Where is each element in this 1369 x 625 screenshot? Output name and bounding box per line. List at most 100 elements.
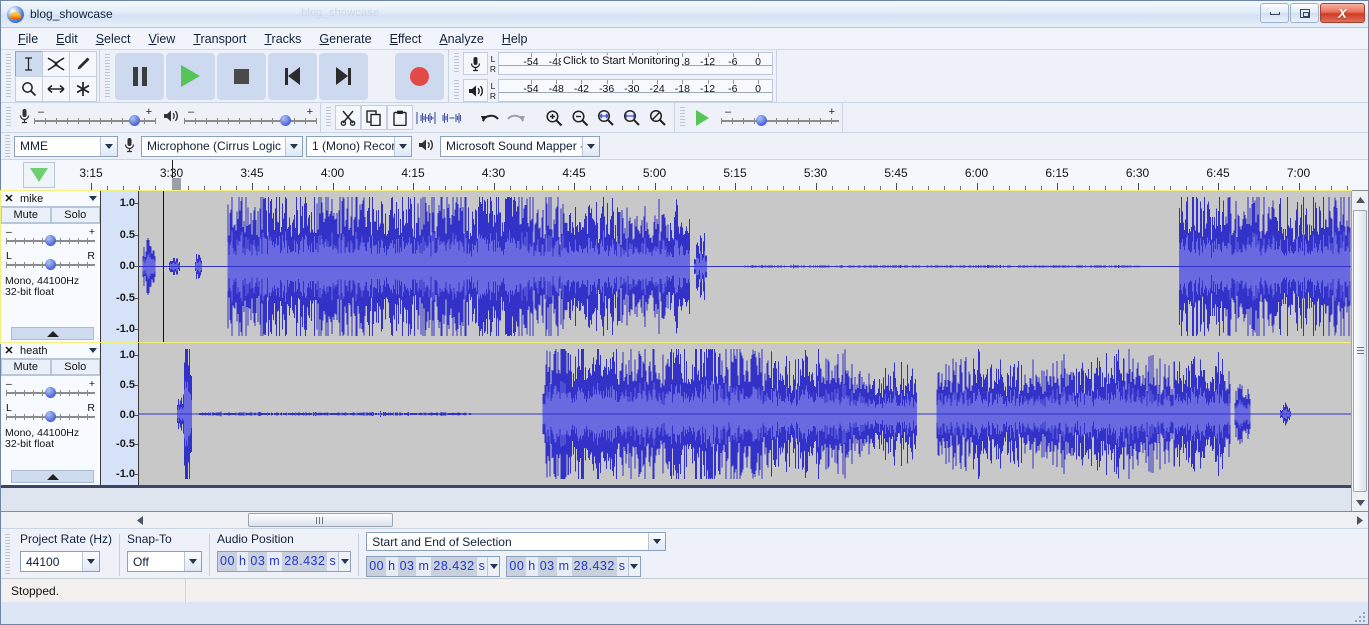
audio-position-field[interactable]: 00h03m28.432s	[217, 551, 351, 572]
time-digits[interactable]: 28.432	[282, 552, 327, 571]
track-pan-slider[interactable]: L R	[6, 402, 95, 424]
time-unit[interactable]: m	[557, 557, 572, 576]
close-button[interactable]: X	[1320, 3, 1365, 23]
time-digits[interactable]: 03	[248, 552, 267, 571]
timeline-ruler[interactable]: 3:153:303:454:004:154:304:455:005:155:30…	[1, 160, 1368, 191]
menu-file[interactable]: File	[9, 30, 47, 48]
playback-meter-scale[interactable]: -54-48-42-36-30-24-18-12-60	[498, 79, 773, 102]
selection-start-field[interactable]: 00h03m28.432s	[366, 556, 500, 577]
time-digits[interactable]: 03	[538, 557, 557, 576]
menu-edit[interactable]: Edit	[47, 30, 87, 48]
slider-knob[interactable]	[756, 115, 767, 126]
solo-button[interactable]: Solo	[51, 207, 101, 223]
zoom-toggle-button[interactable]	[645, 105, 671, 130]
zoom-tool-button[interactable]	[15, 76, 43, 102]
fit-project-button[interactable]	[619, 105, 645, 130]
selection-mode-select[interactable]: Start and End of Selection	[366, 532, 666, 551]
pause-button[interactable]	[115, 53, 164, 100]
toolbar-grip[interactable]	[453, 53, 460, 74]
waveform-heath[interactable]	[139, 343, 1351, 485]
menu-select[interactable]: Select	[87, 30, 140, 48]
gain-knob[interactable]	[45, 235, 56, 246]
pan-knob[interactable]	[45, 411, 56, 422]
chevron-down-icon[interactable]	[338, 552, 350, 571]
menu-generate[interactable]: Generate	[310, 30, 380, 48]
waveform-mike[interactable]	[139, 191, 1351, 342]
scroll-down-button[interactable]	[1352, 494, 1368, 511]
menu-tracks[interactable]: Tracks	[255, 30, 310, 48]
trim-audio-button[interactable]	[413, 105, 439, 130]
time-unit[interactable]: s	[477, 557, 488, 576]
undo-button[interactable]	[477, 105, 503, 130]
menu-analyze[interactable]: Analyze	[430, 30, 492, 48]
collapse-track-button[interactable]	[11, 327, 94, 340]
multi-tool-button[interactable]	[69, 76, 97, 102]
recording-channels-select[interactable]: 1 (Mono) Recor	[306, 136, 412, 157]
toolbar-grip[interactable]	[5, 107, 12, 128]
time-unit[interactable]: s	[327, 552, 338, 571]
menu-effect[interactable]: Effect	[381, 30, 431, 48]
skip-to-end-button[interactable]	[319, 53, 368, 100]
track-menu-button[interactable]	[86, 196, 100, 201]
play-at-speed-button[interactable]	[689, 105, 715, 130]
selection-end-field[interactable]: 00h03m28.432s	[506, 556, 640, 577]
maximize-button[interactable]	[1290, 3, 1319, 23]
toolbar-grip[interactable]	[5, 54, 12, 98]
snap-to-select[interactable]: Off	[127, 551, 202, 572]
track-control-panel[interactable]: ✕ mike Mute Solo – + L R	[1, 191, 101, 342]
slider-knob[interactable]	[280, 115, 291, 126]
pan-knob[interactable]	[45, 259, 56, 270]
playhead-handle[interactable]	[172, 178, 181, 190]
time-unit[interactable]: h	[237, 552, 248, 571]
horizontal-scroll-thumb[interactable]	[248, 513, 393, 527]
resize-grip-icon[interactable]	[1354, 611, 1366, 623]
time-unit[interactable]: h	[526, 557, 537, 576]
chevron-down-icon[interactable]	[487, 557, 499, 576]
copy-button[interactable]	[361, 105, 387, 130]
audio-host-select[interactable]: MME	[14, 136, 118, 157]
menu-help[interactable]: Help	[493, 30, 537, 48]
track-mike[interactable]: ✕ mike Mute Solo – + L R	[1, 191, 1351, 343]
toolbar-grip[interactable]	[679, 107, 686, 128]
pin-play-head-button[interactable]	[23, 162, 55, 188]
track-gain-slider[interactable]: – +	[6, 378, 95, 400]
zoom-out-button[interactable]	[567, 105, 593, 130]
playback-meter[interactable]: L R -54-48-42-36-30-24-18-12-60	[463, 79, 773, 102]
slider-knob[interactable]	[129, 115, 140, 126]
time-unit[interactable]: s	[617, 557, 628, 576]
playback-volume-slider[interactable]: – +	[184, 108, 317, 128]
project-rate-select[interactable]: 44100	[20, 551, 100, 572]
stop-button[interactable]	[217, 53, 266, 100]
cut-button[interactable]	[335, 105, 361, 130]
chevron-down-icon[interactable]	[628, 557, 640, 576]
track-pan-slider[interactable]: L R	[6, 250, 95, 272]
toolbar-grip[interactable]	[325, 107, 332, 128]
track-menu-button[interactable]	[86, 348, 100, 353]
track-control-panel[interactable]: ✕ heath Mute Solo – + L R	[1, 343, 101, 485]
menu-transport[interactable]: Transport	[184, 30, 255, 48]
time-shift-tool-button[interactable]	[42, 76, 70, 102]
mute-button[interactable]: Mute	[1, 207, 51, 223]
time-digits[interactable]: 03	[398, 557, 417, 576]
play-button[interactable]	[166, 53, 215, 100]
recording-device-select[interactable]: Microphone (Cirrus Logic	[141, 136, 303, 157]
time-unit[interactable]: h	[386, 557, 397, 576]
record-button[interactable]	[395, 53, 444, 100]
horizontal-scrollbar[interactable]	[1, 511, 1368, 528]
recording-meter[interactable]: L R Click to Start Monitoring -54-48-42-…	[463, 52, 773, 75]
time-digits[interactable]: 00	[218, 552, 237, 571]
gain-knob[interactable]	[45, 387, 56, 398]
close-track-button[interactable]: ✕	[1, 344, 17, 357]
play-speed-slider[interactable]: – +	[721, 108, 839, 128]
time-unit[interactable]: m	[267, 552, 282, 571]
time-digits[interactable]: 28.432	[572, 557, 617, 576]
track-gain-slider[interactable]: – +	[6, 226, 95, 248]
time-digits[interactable]: 00	[507, 557, 526, 576]
mute-button[interactable]: Mute	[1, 359, 51, 375]
envelope-tool-button[interactable]	[42, 51, 70, 77]
vertical-scrollbar[interactable]	[1351, 191, 1368, 511]
toolbar-grip[interactable]	[453, 80, 460, 101]
toolbar-grip[interactable]	[4, 534, 11, 576]
close-track-button[interactable]: ✕	[1, 192, 17, 205]
vertical-scroll-thumb[interactable]	[1353, 210, 1367, 492]
